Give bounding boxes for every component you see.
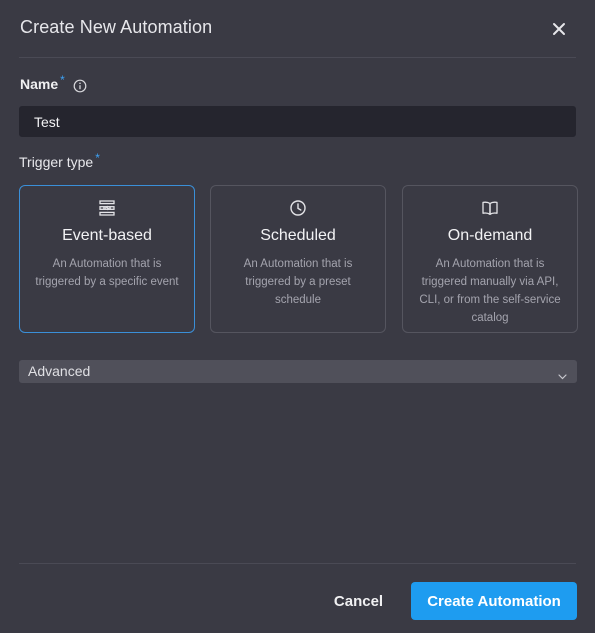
card-title: Scheduled: [260, 227, 336, 244]
name-input[interactable]: [19, 106, 576, 137]
advanced-section-toggle[interactable]: Advanced: [19, 360, 577, 383]
close-icon: [553, 23, 565, 35]
trigger-type-label: Trigger type: [19, 154, 94, 170]
create-automation-dialog: Create New Automation Name * Trigger typ…: [0, 0, 595, 633]
card-description: An Automation that is triggered manually…: [419, 258, 561, 324]
book-icon: [482, 201, 498, 215]
trigger-type-options: Event-based An Automation that is trigge…: [19, 185, 578, 333]
clock-icon: [290, 200, 306, 216]
card-title: On-demand: [447, 227, 533, 244]
name-label-row: Name *: [20, 73, 87, 98]
card-title: Event-based: [62, 227, 152, 244]
card-description: An Automation that is triggered by a spe…: [35, 258, 179, 288]
header-divider: [19, 57, 576, 58]
footer-divider: [19, 563, 576, 564]
card-description: An Automation that is triggered by a pre…: [243, 258, 353, 306]
dialog-header: Create New Automation: [0, 0, 595, 58]
trigger-option-on-demand[interactable]: On-demand An Automation that is triggere…: [402, 185, 578, 333]
required-marker: *: [60, 73, 65, 87]
trigger-type-label-row: Trigger type *: [19, 151, 100, 170]
dialog-title: Create New Automation: [20, 17, 213, 37]
close-button[interactable]: [547, 17, 571, 41]
cancel-button[interactable]: Cancel: [320, 583, 397, 619]
trigger-option-scheduled[interactable]: Scheduled An Automation that is triggere…: [210, 185, 386, 333]
create-automation-button[interactable]: Create Automation: [411, 582, 577, 620]
trigger-option-event-based[interactable]: Event-based An Automation that is trigge…: [19, 185, 195, 333]
info-icon[interactable]: [73, 79, 87, 98]
chevron-down-icon: [558, 367, 567, 385]
advanced-label: Advanced: [28, 363, 91, 379]
name-label: Name: [20, 76, 59, 92]
required-marker: *: [95, 151, 100, 165]
event-stack-icon: [99, 200, 115, 216]
